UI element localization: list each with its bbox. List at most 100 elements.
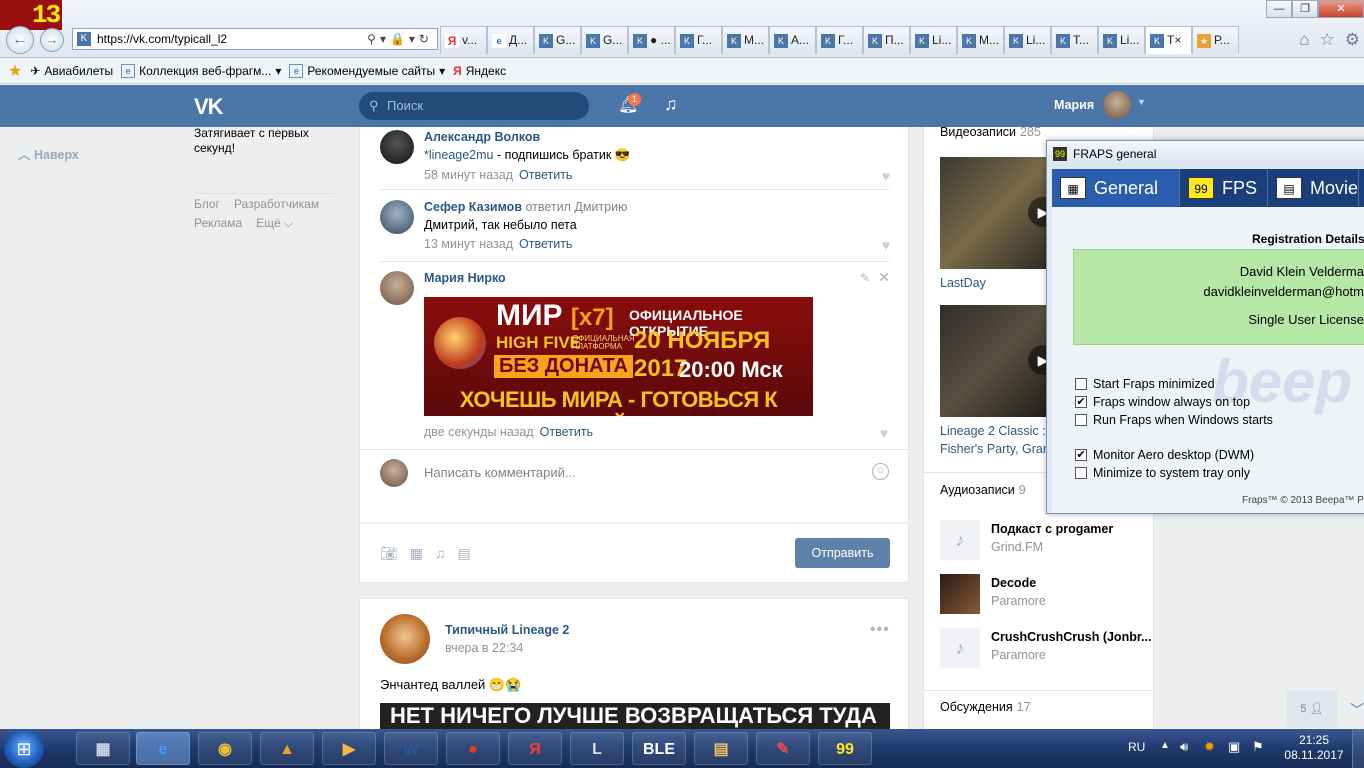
taskbar-app-icon[interactable]: e	[136, 732, 190, 765]
checkbox-checked-icon[interactable]: ✔	[1075, 449, 1087, 461]
link-ads[interactable]: Реклама	[194, 216, 242, 230]
tray-app-icon[interactable]: ✹	[1204, 739, 1215, 755]
browser-tab[interactable]: K М...	[957, 26, 1004, 54]
home-icon[interactable]: ⌂	[1299, 30, 1309, 50]
like-heart-icon[interactable]: ♥	[882, 237, 890, 253]
browser-tab[interactable]: K ● ...	[628, 26, 675, 54]
favorites-star-icon[interactable]: ☆	[1320, 30, 1335, 50]
audio-item[interactable]: ♪ Decode Paramore	[940, 574, 1150, 618]
fav-item-collection[interactable]: e Коллекция веб-фрагм... ▾	[121, 63, 281, 78]
music-note-icon[interactable]: ♫	[435, 545, 446, 562]
link-developers[interactable]: Разработчикам	[234, 197, 319, 211]
taskbar-app-icon[interactable]: 99	[818, 732, 872, 765]
like-heart-icon[interactable]: ♥	[882, 168, 890, 184]
taskbar-app-icon[interactable]: ◉	[198, 732, 252, 765]
fraps-option-checkbox[interactable]: ✔ Fraps window always on top	[1075, 395, 1250, 409]
reply-link[interactable]: Ответить	[519, 237, 572, 251]
browser-tab[interactable]: K Li...	[1004, 26, 1051, 54]
user-avatar[interactable]	[1103, 91, 1131, 119]
close-window-button[interactable]: ✕	[1318, 0, 1364, 18]
taskbar-app-icon[interactable]: L	[570, 732, 624, 765]
audio-item[interactable]: ♪ CrushCrushCrush (Jonbr... Paramore	[940, 628, 1151, 672]
browser-tab[interactable]: K М...	[722, 26, 769, 54]
browser-tab[interactable]: K Т...	[1051, 26, 1098, 54]
fav-item-yandex[interactable]: Я Яндекс	[453, 64, 506, 78]
checkbox-checked-icon[interactable]: ✔	[1075, 396, 1087, 408]
favorites-star-icon[interactable]: ★	[8, 61, 22, 81]
comment-author[interactable]: Сефер Казимов ответил Дмитрию	[424, 200, 627, 214]
post-time[interactable]: вчера в 22:34	[445, 641, 523, 655]
browser-tab[interactable]: e Д...	[487, 26, 534, 54]
edit-pencil-icon[interactable]: ✎	[860, 271, 870, 285]
fraps-option-checkbox[interactable]: Run Fraps when Windows starts	[1075, 413, 1273, 427]
avatar[interactable]	[380, 200, 414, 234]
tab-general[interactable]: ▦ General	[1052, 169, 1180, 207]
tab-movies[interactable]: ▤ Movie	[1268, 169, 1360, 207]
comment-image-banner[interactable]: МИР [x7] HIGH FIVE ОФИЦИАЛЬНАЯ ПЛАТФОРМА…	[424, 297, 813, 416]
video-title[interactable]: Lineage 2 Classic :	[940, 422, 1050, 440]
camera-icon[interactable]: 📷︎	[380, 545, 398, 562]
taskbar-app-icon[interactable]: Я	[508, 732, 562, 765]
send-button[interactable]: Отправить	[795, 538, 890, 568]
fav-item-aviabilety[interactable]: ✈ Авиабилеты	[30, 64, 113, 78]
settings-gear-icon[interactable]: ⚙	[1345, 30, 1360, 50]
browser-tab[interactable]: Яv...	[440, 26, 487, 54]
audio-item[interactable]: ♪ Подкаст с progamer Grind.FM	[940, 520, 1150, 564]
browser-tab[interactable]: K G...	[581, 26, 628, 54]
avatar[interactable]	[380, 130, 414, 164]
browser-tab[interactable]: K Г...	[675, 26, 722, 54]
chevron-down-icon[interactable]: ▼	[1137, 97, 1146, 107]
audio-header[interactable]: Аудиозаписи 9	[940, 483, 1026, 497]
checkbox-empty-icon[interactable]	[1075, 467, 1087, 479]
browser-tab[interactable]: K Li...	[910, 26, 957, 54]
forward-button[interactable]: →	[40, 28, 64, 52]
maximize-button[interactable]: ❐	[1292, 0, 1318, 18]
taskbar-app-icon[interactable]: ●	[446, 732, 500, 765]
video-film-icon[interactable]: ▦	[410, 545, 423, 562]
browser-tab[interactable]: K Г...	[816, 26, 863, 54]
taskbar-app-icon[interactable]: ▤	[694, 732, 748, 765]
taskbar-app-icon[interactable]: ▶	[322, 732, 376, 765]
back-button[interactable]: ←	[6, 26, 34, 54]
language-indicator[interactable]: RU	[1128, 740, 1145, 754]
checkbox-empty-icon[interactable]	[1075, 378, 1087, 390]
user-name[interactable]: Мария	[1054, 98, 1094, 112]
taskbar-app-icon[interactable]: BLE	[632, 732, 686, 765]
discussions-header[interactable]: Обсуждения 17	[940, 700, 1031, 714]
address-bar[interactable]: K https://vk.com/typicall_l2 ⚲▾🔒▾↻	[72, 28, 438, 50]
vk-logo-icon[interactable]: VK	[194, 94, 224, 120]
volume-icon[interactable]: 🔊︎	[1180, 739, 1188, 755]
more-dots-icon[interactable]: •••	[870, 621, 890, 639]
comment-author[interactable]: Александр Волков	[424, 130, 540, 144]
fraps-option-checkbox[interactable]: ✔ Monitor Aero desktop (DWM)	[1075, 448, 1254, 462]
avatar[interactable]	[380, 271, 414, 305]
post-author[interactable]: Типичный Lineage 2	[445, 623, 569, 637]
address-actions-icon[interactable]: ⚲▾🔒▾↻	[367, 29, 433, 49]
tray-expand-icon[interactable]: ▲	[1160, 740, 1170, 751]
scroll-down-arrow-icon[interactable]: ﹀	[1350, 700, 1364, 720]
link-more[interactable]: Ещё ⌵	[256, 216, 293, 230]
taskbar-app-icon[interactable]: ▲	[260, 732, 314, 765]
document-icon[interactable]: ▤	[458, 545, 471, 562]
fraps-titlebar[interactable]: 99 FRAPS general	[1047, 141, 1364, 167]
back-to-top-link[interactable]: ︿ Наверх	[18, 144, 79, 163]
tab-fps[interactable]: 99 FPS	[1180, 169, 1268, 207]
reply-link[interactable]: Ответить	[540, 425, 593, 439]
videos-header[interactable]: Видеозаписи 285	[940, 125, 1041, 139]
checkbox-empty-icon[interactable]	[1075, 414, 1087, 426]
group-avatar[interactable]	[380, 614, 430, 664]
video-thumbnail[interactable]: ▶	[940, 305, 1058, 417]
scroll-up-arrow-icon[interactable]: ︿	[1350, 96, 1364, 116]
comment-author[interactable]: Мария Нирко	[424, 271, 506, 285]
browser-tab[interactable]: K G...	[534, 26, 581, 54]
fraps-option-checkbox[interactable]: Minimize to system tray only	[1075, 466, 1250, 480]
clock[interactable]: 21:25 08.11.2017	[1284, 733, 1344, 763]
comment-input[interactable]: Написать комментарий...	[424, 465, 576, 480]
browser-tab[interactable]: K П...	[863, 26, 910, 54]
show-desktop-button[interactable]	[1352, 729, 1364, 768]
music-note-icon[interactable]: ♫	[664, 94, 678, 115]
like-heart-icon[interactable]: ♥	[880, 425, 888, 441]
delete-close-icon[interactable]: ✕	[878, 269, 890, 286]
browser-tab[interactable]: ★ Р...	[1192, 26, 1239, 54]
reply-link[interactable]: Ответить	[519, 168, 572, 182]
